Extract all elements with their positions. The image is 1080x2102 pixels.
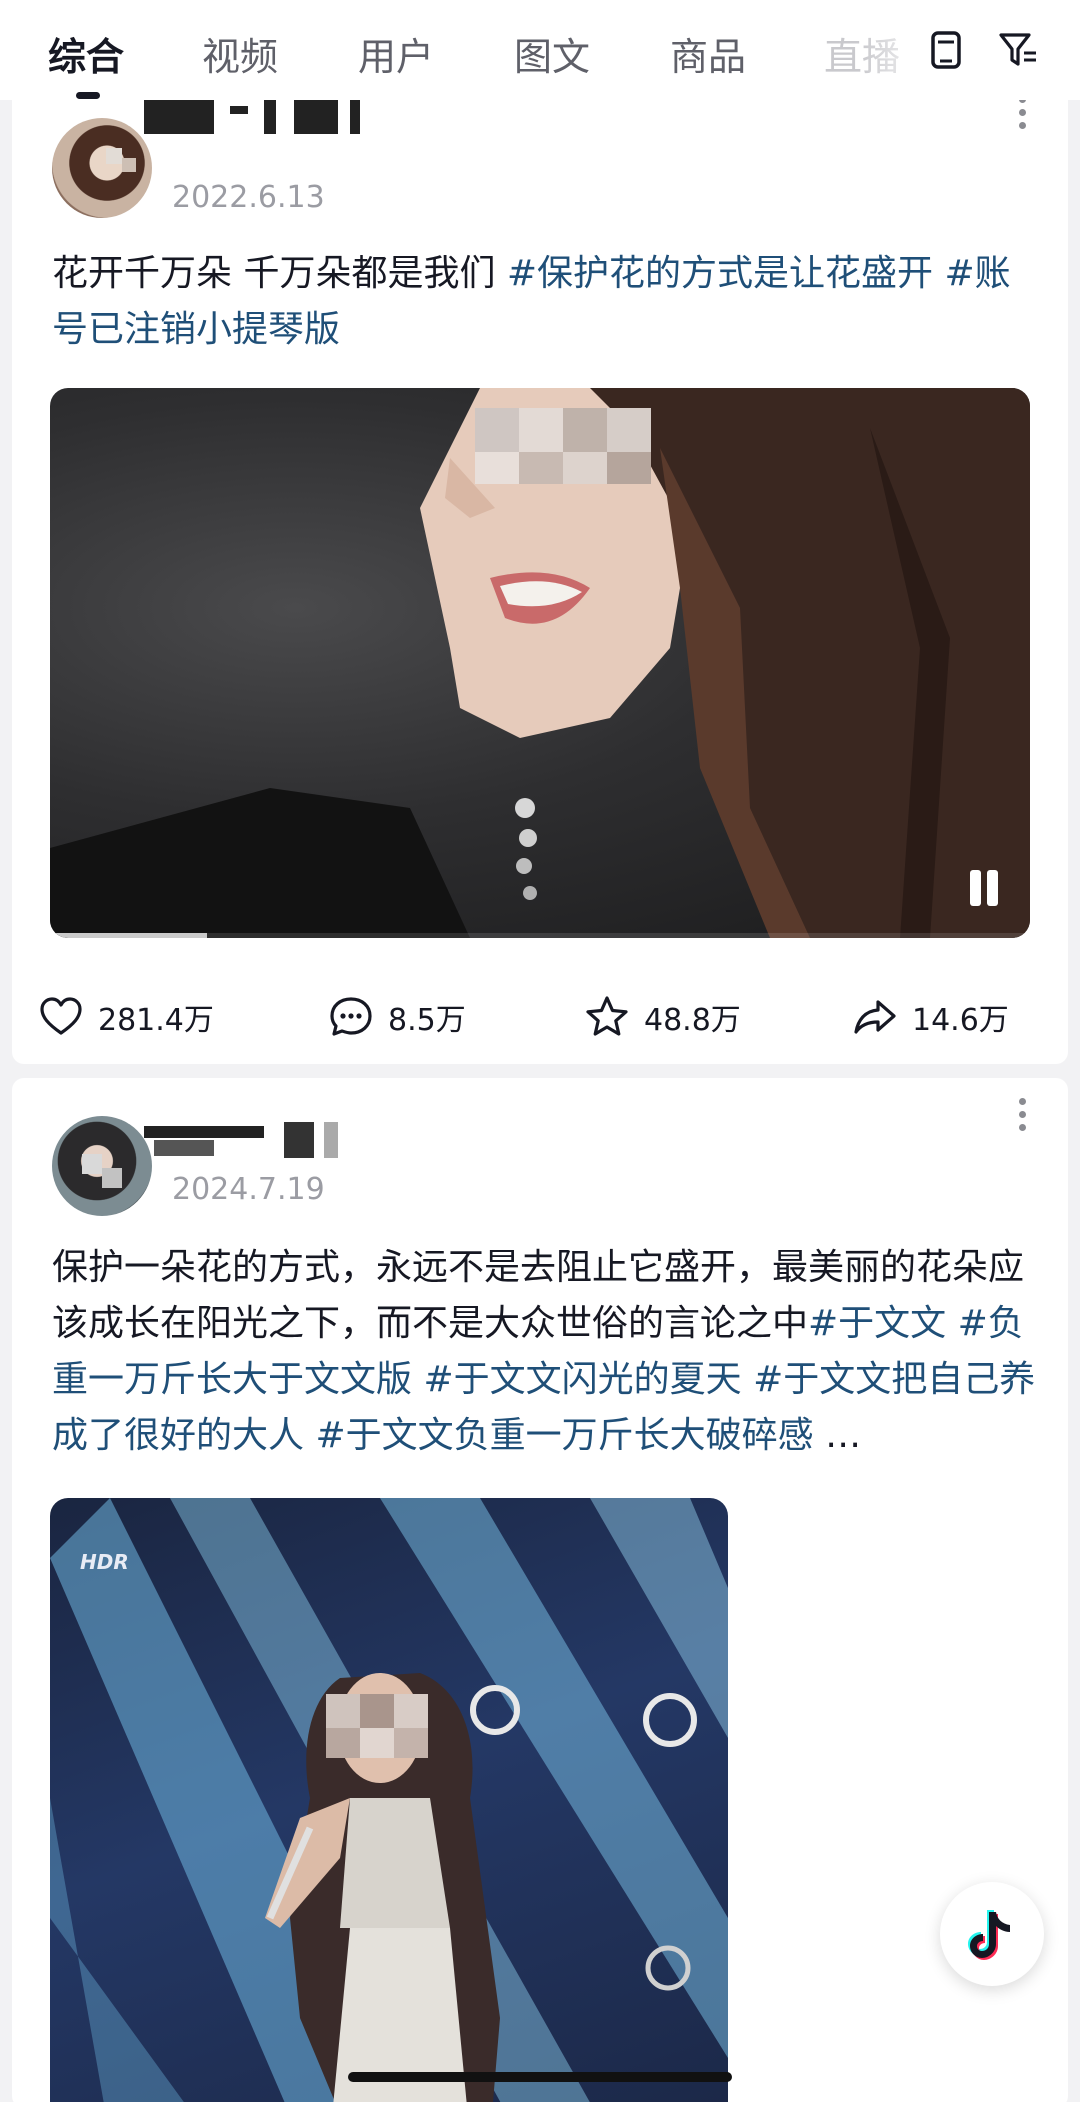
video-player[interactable] [50, 388, 1030, 938]
comment-button[interactable]: 8.5万 [328, 992, 466, 1042]
post-card-2[interactable]: 2024.7.19 保护一朵花的方式，永远不是去阻止它盛开，最美丽的花朵应该成长… [12, 1078, 1068, 2102]
username-redacted[interactable] [144, 1122, 344, 1158]
hashtag-link[interactable]: #于文文负重一万斤长大破碎感 [315, 1415, 813, 1456]
tab-products[interactable]: 商品 [670, 26, 746, 81]
post-caption[interactable]: 花开千万朵 千万朵都是我们 #保护花的方式是让花盛开 #账号已注销小提琴版 [52, 246, 1042, 358]
hdr-badge: HDR [80, 1550, 129, 1574]
comment-count: 8.5万 [388, 1003, 466, 1038]
avatar[interactable] [52, 1116, 152, 1216]
more-icon[interactable] [1002, 1092, 1042, 1152]
caption-text: 花开千万朵 千万朵都是我们 [52, 253, 507, 294]
post-caption[interactable]: 保护一朵花的方式，永远不是去阻止它盛开，最美丽的花朵应该成长在阳光之下，而不是大… [52, 1240, 1042, 1464]
avatar[interactable] [52, 118, 152, 218]
heart-icon [40, 997, 82, 1035]
like-button[interactable]: 281.4万 [38, 992, 214, 1042]
video-progress-fill [50, 933, 207, 938]
stage-photo [50, 1498, 728, 2102]
caption-ellipsis[interactable]: … [825, 1415, 861, 1456]
post-actions: 281.4万 8.5万 48.8万 14.6万 [12, 986, 1068, 1046]
like-count: 281.4万 [98, 1003, 214, 1038]
share-button[interactable]: 14.6万 [852, 992, 1009, 1042]
post-date: 2024.7.19 [172, 1172, 325, 1207]
tablet-icon[interactable] [924, 28, 968, 72]
favorite-count: 48.8万 [644, 1003, 741, 1038]
hashtag-link[interactable]: #保护花的方式是让花盛开 [507, 253, 933, 294]
favorite-button[interactable]: 48.8万 [584, 992, 741, 1042]
hashtag-link[interactable]: #于文文闪光的夏天 [423, 1359, 741, 1400]
filter-icon[interactable] [996, 28, 1040, 72]
video-frame [50, 388, 1030, 938]
video-thumbnail[interactable]: HDR [50, 1498, 728, 2102]
post-card-1[interactable]: 2022.6.13 花开千万朵 千万朵都是我们 #保护花的方式是让花盛开 #账号… [12, 86, 1068, 1064]
comment-icon [330, 997, 372, 1036]
username-redacted[interactable] [144, 98, 374, 134]
hashtag-link[interactable]: #于文文 [808, 1303, 946, 1344]
tab-video[interactable]: 视频 [202, 26, 278, 81]
star-icon [586, 996, 628, 1036]
tiktok-logo-icon [968, 1910, 1010, 1960]
active-tab-indicator [76, 92, 100, 99]
floating-tiktok-button[interactable] [940, 1882, 1044, 1986]
tab-comprehensive[interactable]: 综合 [48, 26, 124, 81]
home-indicator [348, 2072, 732, 2082]
tab-users[interactable]: 用户 [358, 26, 434, 81]
tab-image-text[interactable]: 图文 [514, 26, 590, 81]
share-icon [854, 1000, 896, 1034]
search-tab-bar: 综合 视频 用户 图文 商品 直播 [0, 0, 1080, 100]
share-count: 14.6万 [912, 1003, 1009, 1038]
post-date: 2022.6.13 [172, 180, 325, 215]
pause-icon[interactable] [966, 870, 1002, 906]
